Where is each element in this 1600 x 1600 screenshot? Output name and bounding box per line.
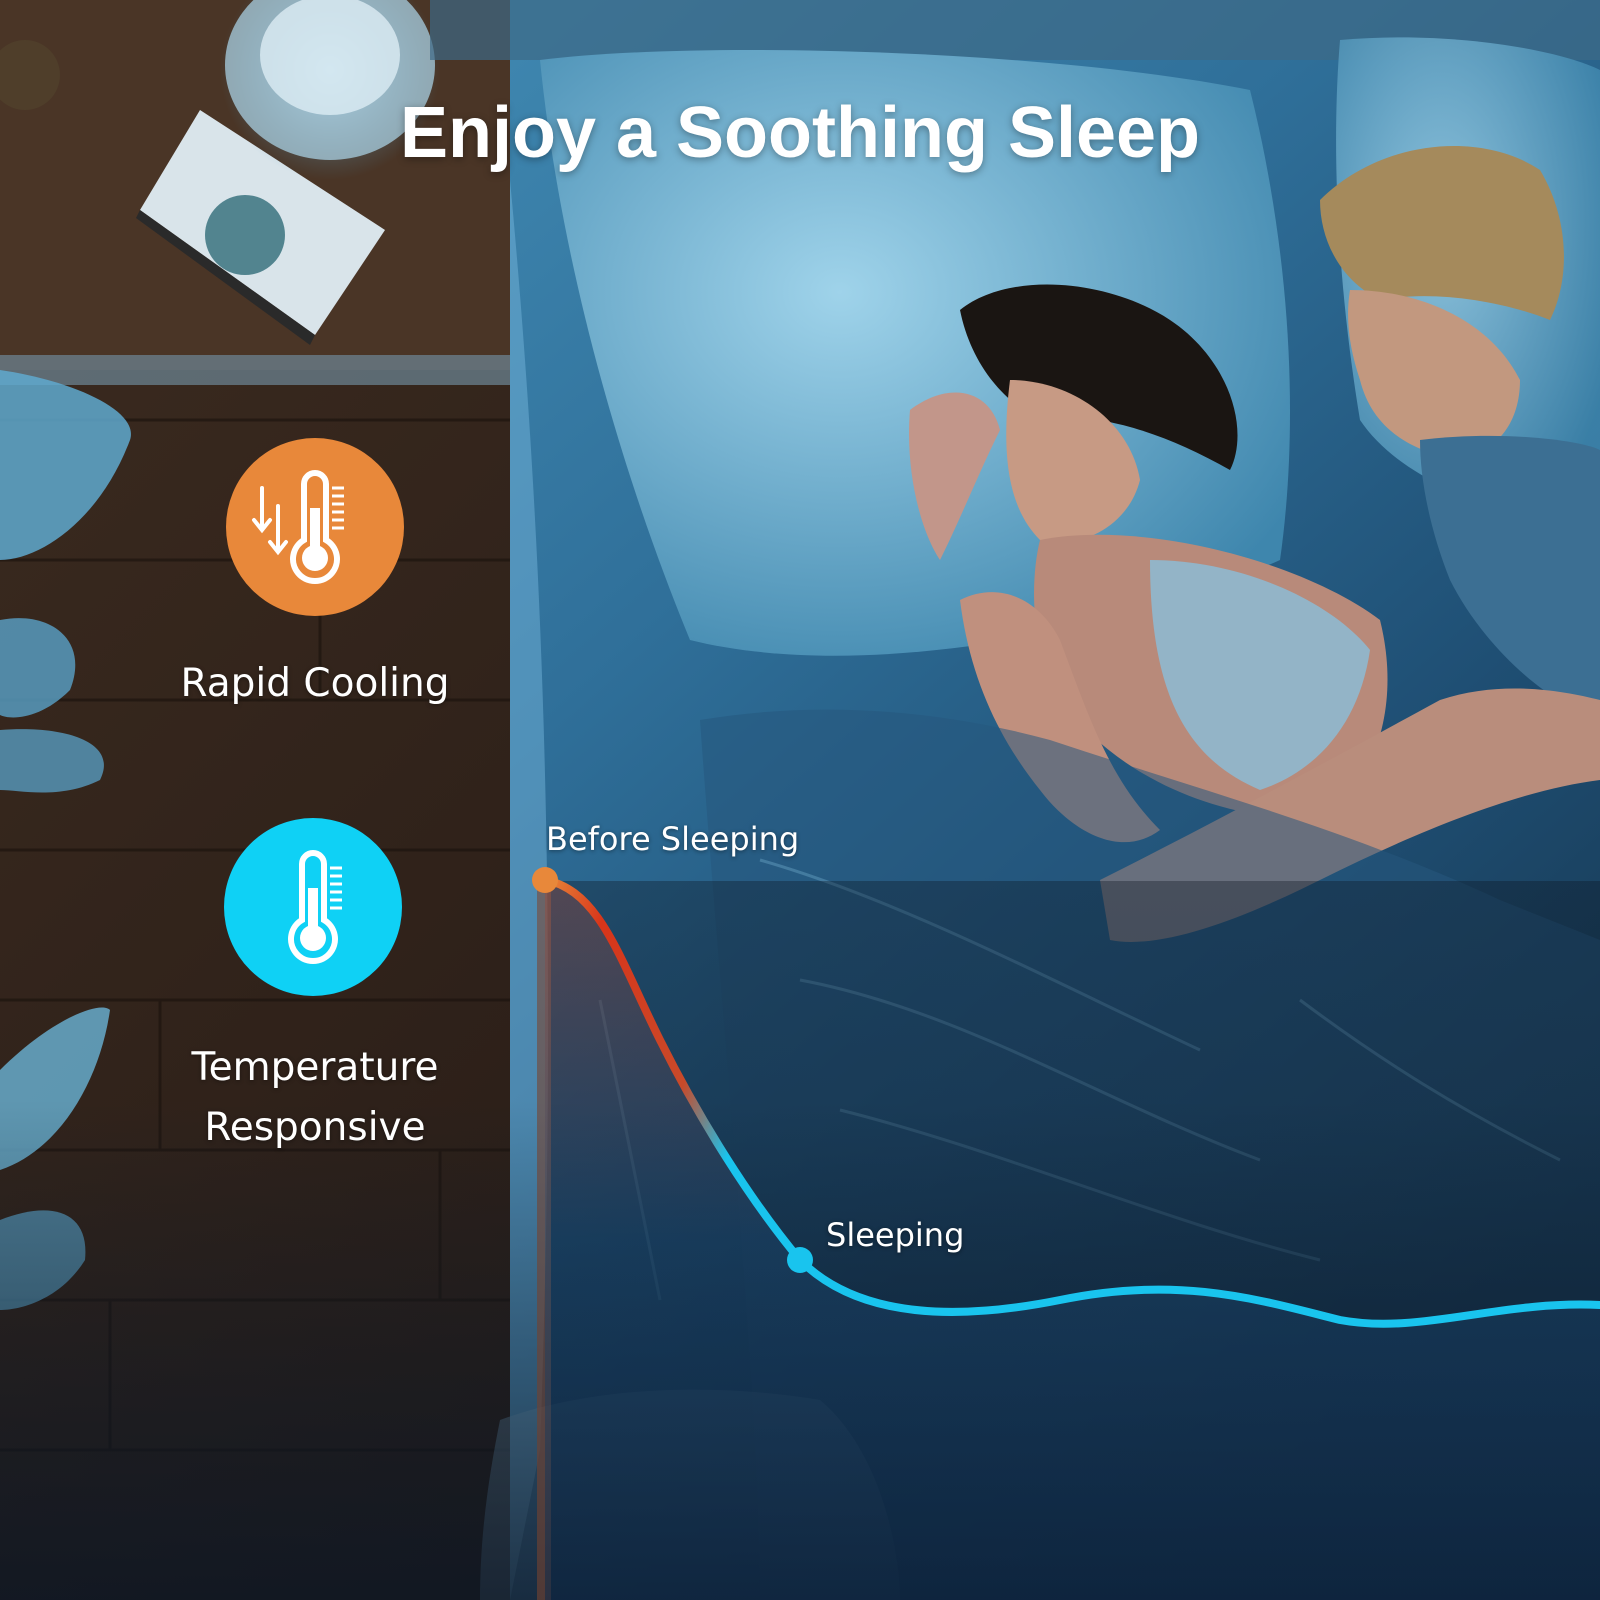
page-title: Enjoy a Soothing Sleep	[399, 93, 1201, 173]
feature-label-line-2: Responsive	[204, 1105, 426, 1150]
feature-label-rapid-cooling: Rapid Cooling	[180, 661, 450, 706]
curve-label-sleeping: Sleeping	[826, 1216, 965, 1254]
feature-label-temperature-responsive: Temperature Responsive	[105, 1038, 525, 1158]
thermometer-icon	[224, 818, 402, 996]
thermometer-cooling-icon	[226, 438, 404, 616]
bedroom-photo-background	[0, 0, 1600, 1600]
feature-label-line-1: Temperature	[191, 1045, 439, 1090]
curve-label-before-sleeping: Before Sleeping	[546, 820, 800, 858]
